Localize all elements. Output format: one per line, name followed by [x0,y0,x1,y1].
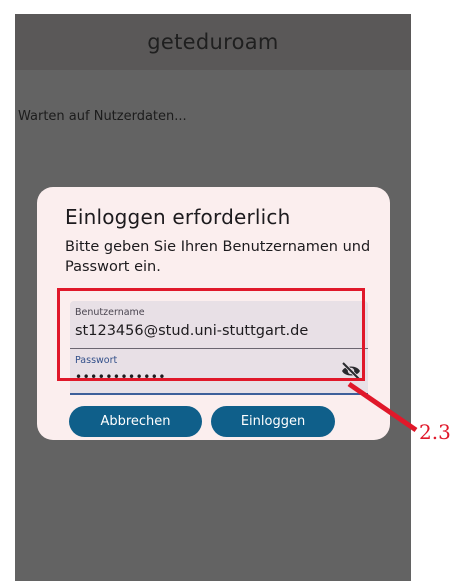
login-button[interactable]: Einloggen [211,406,335,437]
annotation-label: 2.3 [419,420,451,444]
annotation-highlight-box [57,288,365,381]
dialog-title: Einloggen erforderlich [65,205,291,229]
dialog-message: Bitte geben Sie Ihren Benutzernamen und … [65,239,371,275]
app-title: geteduroam [147,30,279,54]
waiting-status-text: Warten auf Nutzerdaten... [18,109,187,124]
cancel-button[interactable]: Abbrechen [69,406,202,437]
app-bar: geteduroam [15,14,411,70]
